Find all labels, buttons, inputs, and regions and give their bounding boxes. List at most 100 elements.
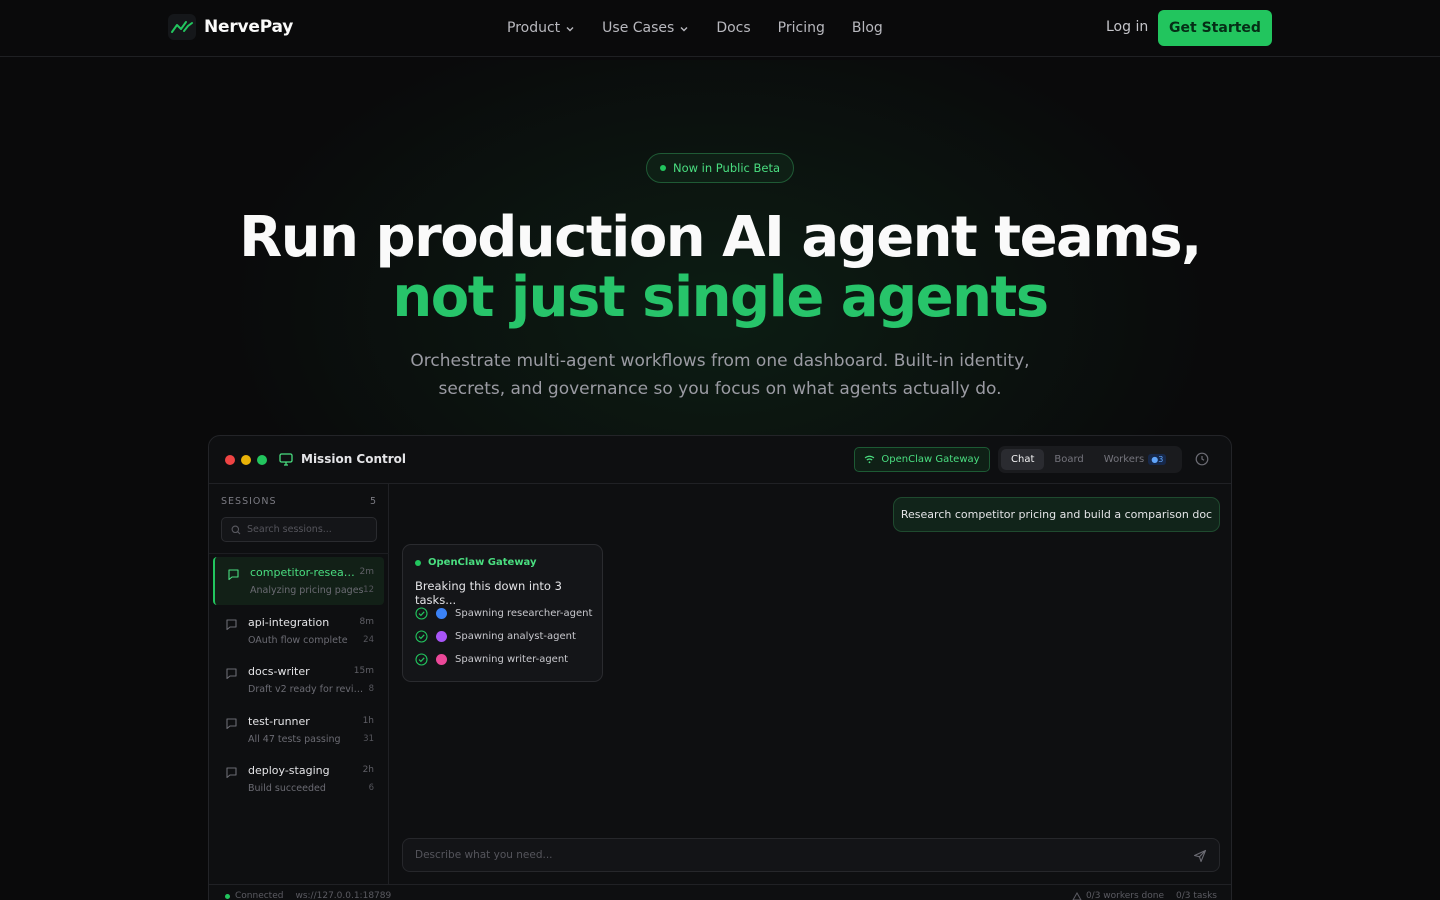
agent-status-dot-icon bbox=[415, 559, 421, 566]
nav-blog-label: Blog bbox=[851, 20, 883, 36]
tab-board[interactable]: Board bbox=[1044, 449, 1093, 470]
get-started-button[interactable]: Get Started bbox=[1158, 10, 1272, 46]
nav-use-cases-label: Use Cases bbox=[602, 20, 675, 36]
search-sessions-input[interactable]: Search sessions... bbox=[221, 517, 377, 542]
chevron-down-icon bbox=[566, 26, 574, 31]
writer-agent-dot-icon bbox=[436, 654, 447, 665]
agent-message: Breaking this down into 3 tasks... bbox=[415, 579, 562, 607]
monitor-icon bbox=[279, 452, 293, 466]
hero-subtitle-line1: Orchestrate multi-agent workflows from o… bbox=[410, 351, 1030, 371]
nav-use-cases[interactable]: Use Cases bbox=[602, 18, 689, 38]
brand-name: NervePay bbox=[204, 17, 294, 37]
beta-badge-label: Now in Public Beta bbox=[672, 161, 781, 175]
session-count: 8 bbox=[368, 684, 374, 694]
session-status: Build succeeded bbox=[248, 783, 326, 794]
session-time: 8m bbox=[359, 617, 375, 627]
sessions-sidebar: SESSIONS 5 Search sessions... competitor… bbox=[209, 484, 389, 884]
login-link[interactable]: Log in bbox=[1106, 19, 1148, 35]
status-left: Connected ws://127.0.0.1:18789 bbox=[225, 891, 391, 900]
clock-icon[interactable] bbox=[1195, 452, 1209, 466]
message-icon bbox=[226, 718, 237, 730]
minimize-dot-icon bbox=[241, 455, 251, 465]
view-tabs: Chat Board Workers ● 3 bbox=[998, 446, 1182, 473]
status-right: 0/3 workers done 0/3 tasks bbox=[1072, 891, 1217, 900]
user-message: Research competitor pricing and build a … bbox=[893, 497, 1220, 532]
tab-chat[interactable]: Chat bbox=[1001, 449, 1045, 470]
task-step: Spawning researcher-agent bbox=[415, 607, 592, 620]
tasks-label: 0/3 tasks bbox=[1176, 891, 1217, 900]
check-circle-icon bbox=[415, 630, 428, 643]
brand[interactable]: NervePay bbox=[168, 14, 293, 40]
nav-docs-label: Docs bbox=[716, 20, 751, 36]
researcher-agent-dot-icon bbox=[436, 608, 447, 619]
task-step: Spawning writer-agent bbox=[415, 653, 568, 666]
workers-icon bbox=[1072, 891, 1082, 900]
session-status: Analyzing pricing pages bbox=[250, 585, 364, 596]
session-item[interactable]: deploy-staging 2h Build succeeded 6 bbox=[213, 755, 384, 803]
hero-subtitle: Orchestrate multi-agent workflows from o… bbox=[370, 347, 1070, 403]
window-titlebar: Mission Control OpenClaw Gateway Chat Bo… bbox=[209, 436, 1231, 484]
task-step-label: Spawning writer-agent bbox=[455, 654, 569, 665]
workers-label: 0/3 workers done bbox=[1085, 891, 1165, 900]
message-icon bbox=[226, 619, 237, 631]
wifi-icon bbox=[865, 455, 875, 464]
sessions-header: SESSIONS 5 bbox=[221, 496, 377, 507]
session-time: 15m bbox=[353, 666, 374, 676]
message-composer-input[interactable]: Describe what you need... bbox=[402, 838, 1220, 872]
window-title-label: Mission Control bbox=[301, 452, 407, 466]
sessions-count: 5 bbox=[369, 496, 377, 507]
hero-subtitle-line2: secrets, and governance so you focus on … bbox=[438, 379, 1002, 399]
nav-pricing[interactable]: Pricing bbox=[778, 18, 825, 38]
composer-placeholder: Describe what you need... bbox=[415, 849, 553, 861]
connected-dot-icon bbox=[225, 893, 230, 899]
top-nav: NervePay Product Use Cases Docs Pricing … bbox=[0, 0, 1440, 57]
window-title: Mission Control bbox=[279, 452, 406, 466]
nav-blog[interactable]: Blog bbox=[852, 18, 883, 38]
session-name: competitor-research bbox=[250, 566, 355, 579]
session-name: deploy-staging bbox=[248, 764, 330, 777]
session-item[interactable]: docs-writer 15m Draft v2 ready for revie… bbox=[213, 656, 384, 704]
session-time: 2h bbox=[362, 765, 374, 775]
message-icon bbox=[226, 767, 237, 779]
session-count: 12 bbox=[363, 585, 374, 595]
session-time: 1h bbox=[362, 716, 374, 726]
session-count: 6 bbox=[368, 783, 374, 793]
session-time: 2m bbox=[359, 567, 375, 577]
sessions-heading: SESSIONS bbox=[221, 496, 277, 507]
message-icon bbox=[228, 569, 239, 581]
mission-control-window: Mission Control OpenClaw Gateway Chat Bo… bbox=[208, 435, 1232, 900]
task-step-label: Spawning analyst-agent bbox=[455, 631, 576, 642]
session-item[interactable]: competitor-research 2m Analyzing pricing… bbox=[213, 557, 384, 605]
close-dot-icon bbox=[225, 455, 235, 465]
hero-title-line2: not just single agents bbox=[392, 265, 1049, 330]
maximize-dot-icon bbox=[257, 455, 267, 465]
message-icon bbox=[226, 668, 237, 680]
search-icon bbox=[231, 525, 241, 534]
gateway-status[interactable]: OpenClaw Gateway bbox=[854, 447, 990, 472]
connection-status: Connected bbox=[225, 891, 283, 900]
nav-links: Product Use Cases Docs Pricing Blog bbox=[507, 18, 910, 38]
session-name: docs-writer bbox=[248, 665, 310, 678]
analyst-agent-dot-icon bbox=[436, 631, 447, 642]
search-placeholder: Search sessions... bbox=[247, 524, 332, 535]
send-icon[interactable] bbox=[1193, 849, 1207, 863]
chevron-down-icon bbox=[680, 26, 688, 31]
session-item[interactable]: test-runner 1h All 47 tests passing 31 bbox=[213, 706, 384, 754]
session-count: 31 bbox=[363, 734, 374, 744]
check-circle-icon bbox=[415, 653, 428, 666]
beta-badge: Now in Public Beta bbox=[646, 153, 794, 183]
tab-workers-label: Workers bbox=[1103, 454, 1145, 465]
check-circle-icon bbox=[415, 607, 428, 620]
nav-pricing-label: Pricing bbox=[777, 20, 825, 36]
session-name: test-runner bbox=[248, 715, 310, 728]
nav-docs[interactable]: Docs bbox=[716, 18, 750, 38]
hero-title-line1: Run production AI agent teams, bbox=[239, 205, 1202, 270]
tab-workers[interactable]: Workers ● 3 bbox=[1094, 449, 1177, 470]
endpoint-label: ws://127.0.0.1:18789 bbox=[295, 891, 392, 900]
session-item[interactable]: api-integration 8m OAuth flow complete 2… bbox=[213, 607, 384, 655]
session-status: OAuth flow complete bbox=[248, 635, 348, 646]
nav-product[interactable]: Product bbox=[507, 18, 575, 38]
agent-name: OpenClaw Gateway bbox=[428, 557, 537, 568]
task-step-label: Spawning researcher-agent bbox=[455, 608, 593, 619]
nervepay-logo-icon bbox=[168, 14, 196, 40]
